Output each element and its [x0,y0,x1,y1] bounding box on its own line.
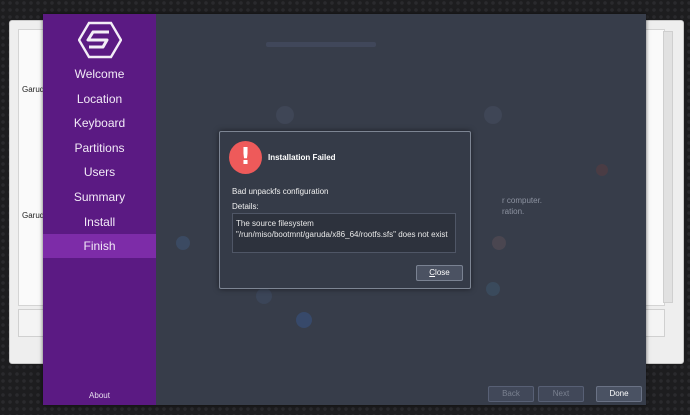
ghost-text: r computer. [502,196,543,205]
ghost-icon [492,236,506,250]
details-label: Details: [232,202,259,211]
exclamation-icon: ! [229,141,262,174]
ghost-icon [176,236,190,250]
close-button-label: lose [435,268,450,277]
installation-failed-dialog: ! Installation Failed Bad unpackfs confi… [219,131,471,289]
ghost-heading [266,42,376,47]
dialog-title: Installation Failed [268,153,336,162]
sidebar-item-finish: Finish [43,234,156,258]
sidebar-item-summary: Summary [73,190,126,204]
background-scrollbar[interactable] [663,31,673,303]
ghost-text: ration. [502,207,525,216]
sidebar-item-users: Users [83,165,116,179]
about-button[interactable]: About [43,391,156,400]
sidebar-item-partitions: Partitions [74,141,125,155]
background-label: Garud [22,85,45,94]
ghost-icon [484,106,502,124]
ghost-icon [596,164,608,176]
ghost-icon [486,282,500,296]
sidebar: Welcome Location Keyboard Partitions Use… [43,14,156,405]
garuda-logo-icon [78,21,122,59]
next-button[interactable]: Next [538,386,584,402]
ghost-icon [296,312,312,328]
details-text-area[interactable]: The source filesystem "/run/miso/bootmnt… [232,213,456,253]
sidebar-item-keyboard: Keyboard [73,116,126,130]
close-button[interactable]: Close [416,265,463,281]
ghost-icon [256,288,272,304]
sidebar-item-location: Location [76,92,123,106]
sidebar-item-welcome: Welcome [74,67,125,81]
background-label: Garud [22,211,45,220]
ghost-icon [276,106,294,124]
back-button[interactable]: Back [488,386,534,402]
done-button[interactable]: Done [596,386,642,402]
sidebar-item-install: Install [83,215,116,229]
dialog-message: Bad unpackfs configuration [232,187,329,196]
